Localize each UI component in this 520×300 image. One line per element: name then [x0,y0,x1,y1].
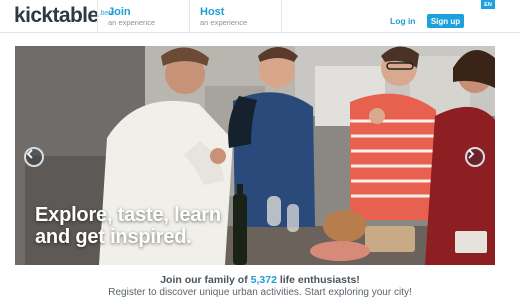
slide-next-button[interactable] [465,147,485,167]
tagline-prefix: Join our family of [160,274,248,286]
slide-prev-button[interactable] [24,147,44,167]
header-divider [97,0,98,32]
nav-join-subtitle: an experience [108,18,156,27]
language-selector[interactable]: EN [481,0,495,9]
header-divider [281,0,282,32]
tagline-suffix: life enthusiasts! [279,274,360,286]
register-subline: Register to discover unique urban activi… [108,287,412,298]
nav-host-subtitle: an experience [200,18,248,27]
login-link[interactable]: Log in [390,16,416,26]
member-tagline: Join our family of 5,372 life enthusiast… [0,274,520,286]
nav-host-title: Host [200,6,225,18]
hero-slideshow: Explore, taste, learn and get inspired. [15,46,495,265]
kicktable-logo[interactable]: kicktable beta [14,2,114,30]
header-divider [189,0,190,32]
nav-join-title: Join [108,6,131,18]
logo-text: kicktable [14,4,99,27]
hero-headline: Explore, taste, learn and get inspired. [35,204,221,248]
signup-button[interactable]: Sign up [427,14,464,28]
nav-join[interactable]: Join an experience [108,6,155,28]
member-count: 5,372 [250,274,277,286]
chevron-left-icon [26,149,33,159]
hero-headline-line1: Explore, taste, learn [35,204,221,226]
hero-headline-line2: and get inspired. [35,226,192,248]
nav-host[interactable]: Host an experience [200,6,247,28]
top-header: kicktable beta Join an experience Host a… [0,0,520,33]
chevron-right-icon [468,149,475,159]
